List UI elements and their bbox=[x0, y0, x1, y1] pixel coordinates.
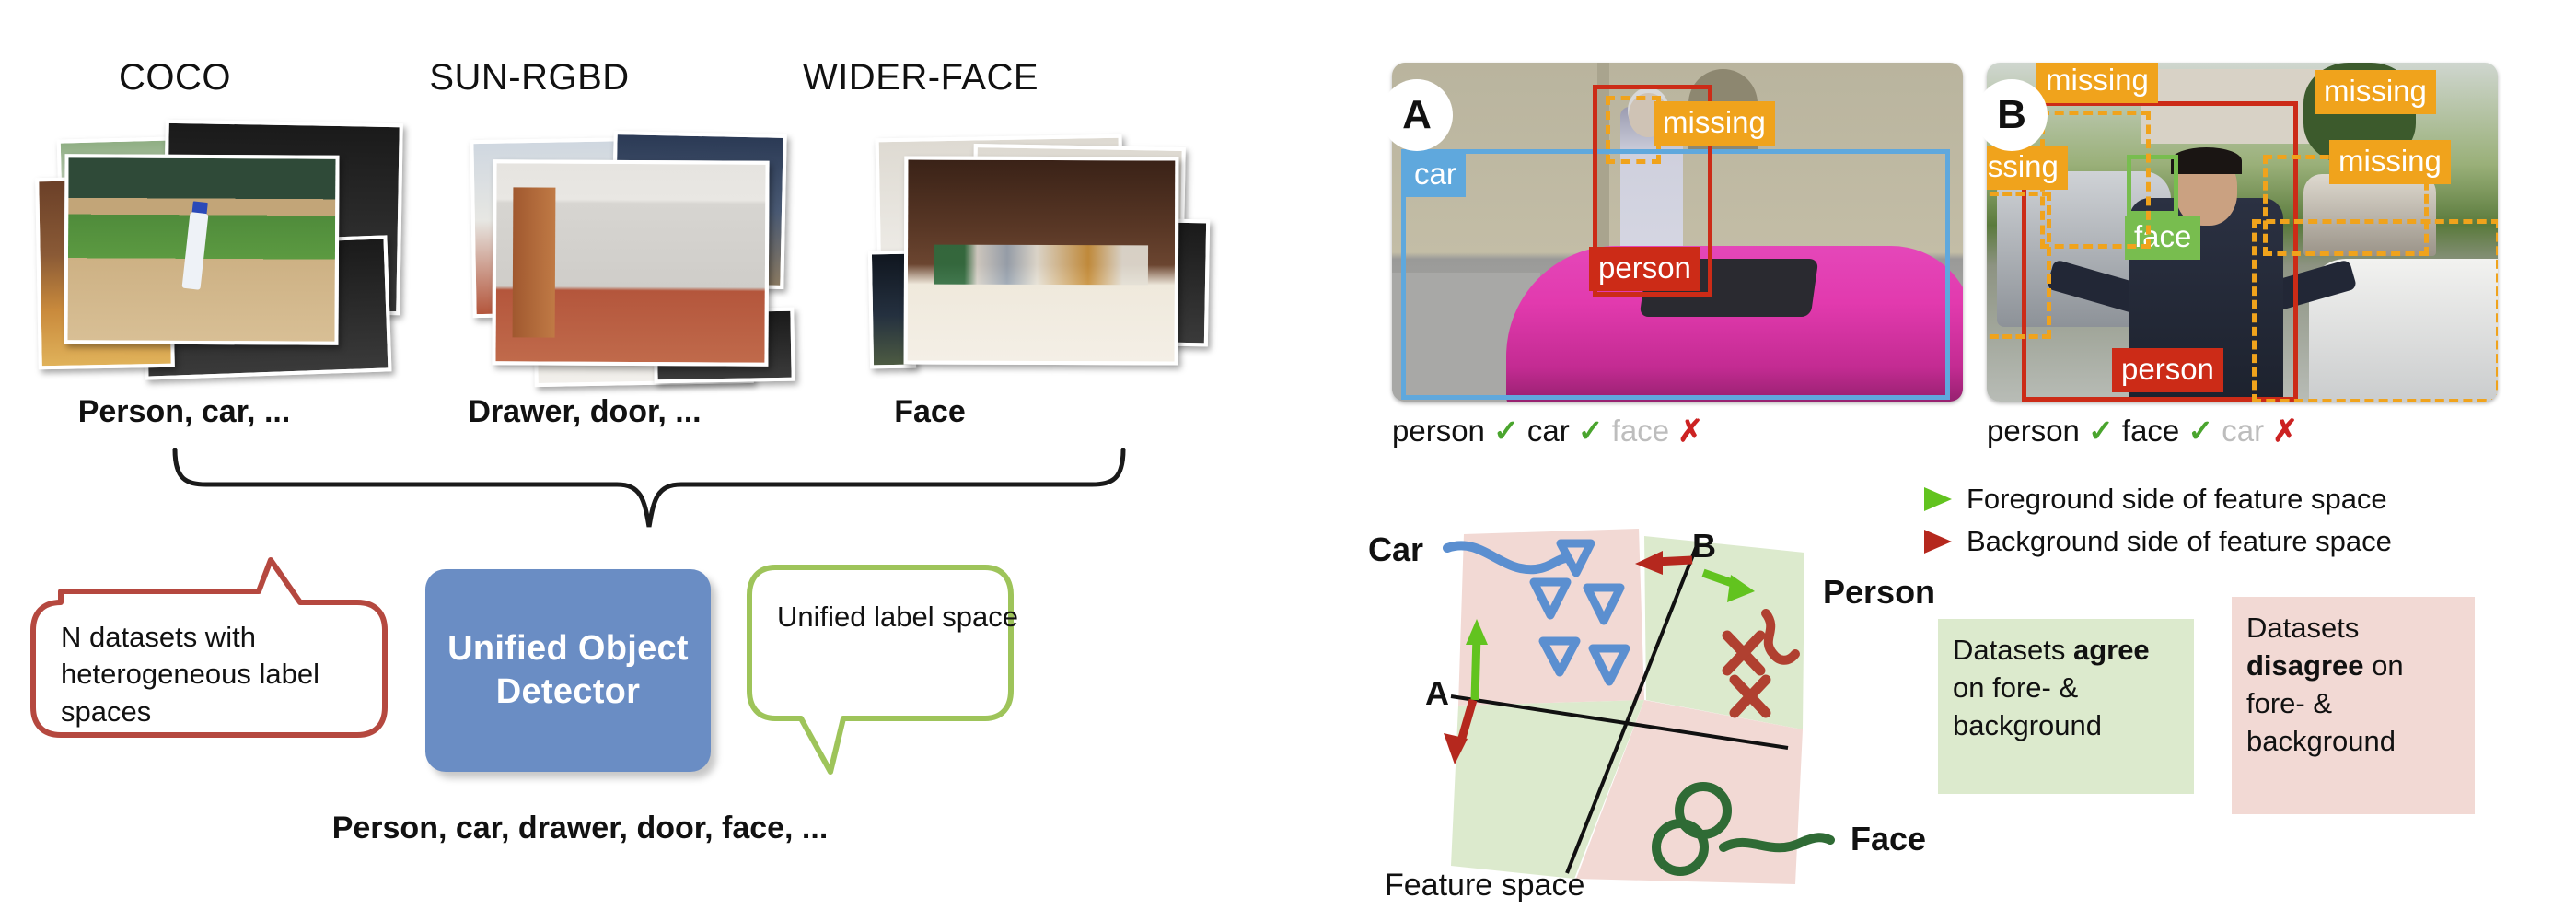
feature-space-label-car: Car bbox=[1368, 531, 1424, 568]
cross-icon: ✗ bbox=[1677, 414, 1703, 448]
caption-a-item-1: person bbox=[1392, 414, 1485, 448]
stack-photo-primary bbox=[903, 156, 1179, 366]
legend-background: Background side of feature space bbox=[1924, 525, 2392, 558]
legend-foreground: Foreground side of feature space bbox=[1924, 483, 2387, 516]
dataset-title-sunrgbd: SUN-RGBD bbox=[429, 57, 630, 98]
bbox-label-missing-b-3: missing bbox=[2315, 70, 2436, 114]
feature-space-marker-a: A bbox=[1425, 674, 1449, 712]
dataset-labels-coco: Person, car, ... bbox=[77, 394, 291, 429]
panel-letter-b: B bbox=[1976, 79, 2048, 151]
dataset-image-stack-coco bbox=[28, 119, 403, 387]
dataset-labels-widerface: Face bbox=[894, 394, 966, 429]
stack-photo-primary bbox=[64, 154, 340, 345]
unified-object-detector-box[interactable]: Unified Object Detector bbox=[425, 569, 711, 772]
detector-line-2: Detector bbox=[495, 672, 641, 711]
caption-b-item-1: person bbox=[1987, 414, 2080, 448]
detector-line-1: Unified Object bbox=[447, 628, 689, 668]
figure-root: COCO SUN-RGBD WIDER-FACE Person, car, ..… bbox=[0, 0, 2576, 910]
note-agree-bold: agree bbox=[2072, 634, 2150, 666]
merge-brace bbox=[166, 448, 1132, 540]
feature-space-diagram: Car Person Face A B Feature space bbox=[1363, 516, 1936, 903]
bbox-missing-face-a bbox=[1606, 96, 1661, 164]
bbox-label-missing-b-2: missing bbox=[1987, 146, 2068, 190]
green-arrow-icon bbox=[1924, 487, 1952, 511]
panel-letter-a: A bbox=[1381, 79, 1453, 151]
dataset-image-stack-sunrgbd bbox=[470, 120, 865, 388]
detector-label: Unified Object Detector bbox=[447, 627, 689, 715]
note-datasets-disagree: Datasets disagree on fore- & background bbox=[2232, 597, 2475, 814]
note-agree-suffix: on fore- & background bbox=[1953, 671, 2103, 741]
bbox-label-person-b: person bbox=[2112, 348, 2223, 392]
dataset-labels-sunrgbd: Drawer, door, ... bbox=[468, 394, 702, 429]
feature-space-caption: Feature space bbox=[1385, 868, 1585, 903]
check-icon: ✓ bbox=[2187, 414, 2214, 448]
stack-photo-primary bbox=[492, 159, 770, 367]
dataset-title-coco: COCO bbox=[119, 57, 231, 98]
cross-icon: ✗ bbox=[2272, 414, 2298, 448]
bbox-label-missing-b-4: missing bbox=[2329, 140, 2451, 184]
check-icon: ✓ bbox=[1577, 414, 1604, 448]
feature-space-label-face: Face bbox=[1851, 820, 1927, 858]
detection-image-a: car person missing bbox=[1392, 63, 1963, 402]
unified-label-list: Person, car, drawer, door, face, ... bbox=[331, 811, 829, 846]
feature-space-label-person: Person bbox=[1823, 573, 1936, 611]
legend-background-label: Background side of feature space bbox=[1967, 525, 2392, 557]
dataset-image-stack-widerface bbox=[856, 120, 1243, 387]
bbox-label-car-a: car bbox=[1405, 153, 1466, 197]
detection-image-b: person face missing missing missing miss… bbox=[1987, 63, 2498, 402]
callout-unified-text: Unified label space bbox=[777, 601, 1018, 633]
bbox-missing-car-b-2 bbox=[1987, 192, 2051, 339]
note-disagree-prefix: Datasets bbox=[2246, 612, 2360, 644]
caption-a-item-2: car bbox=[1526, 414, 1570, 448]
bbox-label-missing-b-1: missing bbox=[2036, 63, 2158, 103]
bbox-label-person-a: person bbox=[1589, 247, 1700, 291]
caption-a-item-3: face bbox=[1611, 414, 1670, 448]
note-disagree-bold: disagree bbox=[2246, 648, 2364, 682]
dataset-title-widerface: WIDER-FACE bbox=[802, 57, 1039, 98]
bbox-missing-car-b-4 bbox=[2252, 219, 2498, 402]
caption-b-item-2: face bbox=[2121, 414, 2180, 448]
check-icon: ✓ bbox=[2088, 414, 2114, 448]
caption-b-item-3: car bbox=[2222, 414, 2265, 448]
feature-space-marker-b: B bbox=[1692, 527, 1716, 565]
note-agree-prefix: Datasets bbox=[1953, 634, 2073, 666]
caption-image-a: person ✓ car ✓ face ✗ bbox=[1392, 413, 1703, 449]
note-datasets-agree: Datasets agree on fore- & background bbox=[1938, 619, 2194, 794]
caption-image-b: person ✓ face ✓ car ✗ bbox=[1987, 413, 2298, 449]
callout-heterogeneous-text: N datasets with heterogeneous label spac… bbox=[61, 621, 319, 728]
bbox-label-missing-a: missing bbox=[1654, 101, 1775, 146]
check-icon: ✓ bbox=[1493, 414, 1519, 448]
legend-foreground-label: Foreground side of feature space bbox=[1967, 483, 2387, 515]
